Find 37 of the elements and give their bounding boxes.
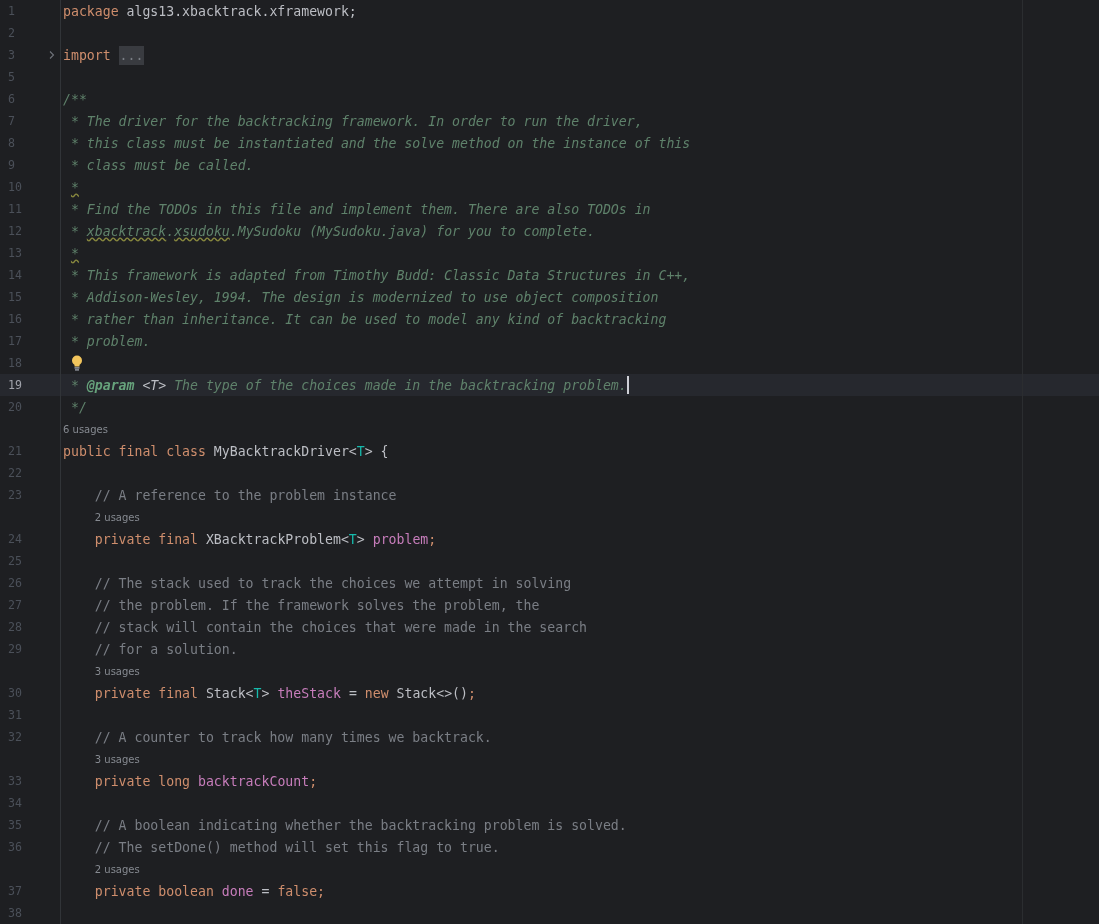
code-line: * class must be called. <box>69 157 254 173</box>
code-line: // The setDone() method will set this flag to true. <box>93 839 500 855</box>
usages-hint[interactable]: 3 usages <box>94 665 140 677</box>
code-line: * xbacktrack.xsudoku.MySudoku (MySudoku.java) for you to complete. <box>69 223 595 239</box>
code-line: // A reference to the problem instance <box>93 487 397 503</box>
code-line: private long backtrackCount; <box>93 773 318 789</box>
code-line: * Addison-Wesley, 1994. The design is modernized to use object composition <box>69 289 659 305</box>
chevron-right-icon[interactable] <box>49 51 55 59</box>
code-line: import ... <box>63 47 145 63</box>
code-line: // for a solution. <box>93 641 238 657</box>
usages-hint[interactable]: 2 usages <box>94 863 140 875</box>
usages-hint[interactable]: 3 usages <box>94 753 140 765</box>
code-line: private boolean done = false; <box>93 883 326 899</box>
code-line: * Find the TODOs in this file and implement them. There are also TODOs in <box>69 201 651 217</box>
code-line: // stack will contain the choices that were made in the search <box>93 619 587 635</box>
code-line: * problem. <box>69 333 151 349</box>
code-line: // The stack used to track the choices we attempt in solving <box>93 575 572 591</box>
code-line: /** <box>63 91 87 107</box>
code-line: // A boolean indicating whether the backtracking problem is solved. <box>93 817 627 833</box>
usages-hint[interactable]: 6 usages <box>63 423 108 435</box>
lightbulb-icon[interactable] <box>71 355 83 371</box>
code-line: // the problem. If the framework solves the problem, the <box>93 597 540 613</box>
code-line: package algs13.xbacktrack.xframework; <box>63 3 357 19</box>
code-line: * <box>69 245 79 261</box>
code-line: private final Stack<T> theStack = new Stack<>(); <box>93 685 476 701</box>
code-line: */ <box>69 399 87 415</box>
code-line: // A counter to track how many times we backtrack. <box>93 729 492 745</box>
code-line: * @param <T> The type of the choices made in the backtracking problem. <box>69 377 627 393</box>
code-line: * The driver for the backtracking framework. In order to run the driver, <box>69 113 643 129</box>
code-line: * This framework is adapted from Timothy Budd: Classic Data Structures in C++, <box>69 267 691 283</box>
line-number: 19 <box>8 378 22 392</box>
code-line: public final class MyBacktrackDriver<T> { <box>63 443 389 459</box>
usages-hint[interactable]: 2 usages <box>94 511 140 523</box>
code-line: * <box>69 179 79 195</box>
code-line: private final XBacktrackProblem<T> problem; <box>93 531 437 547</box>
code-line: * rather than inheritance. It can be used to model any kind of backtracking <box>69 311 667 327</box>
code-line: * this class must be instantiated and the solve method on the instance of this <box>69 135 691 151</box>
